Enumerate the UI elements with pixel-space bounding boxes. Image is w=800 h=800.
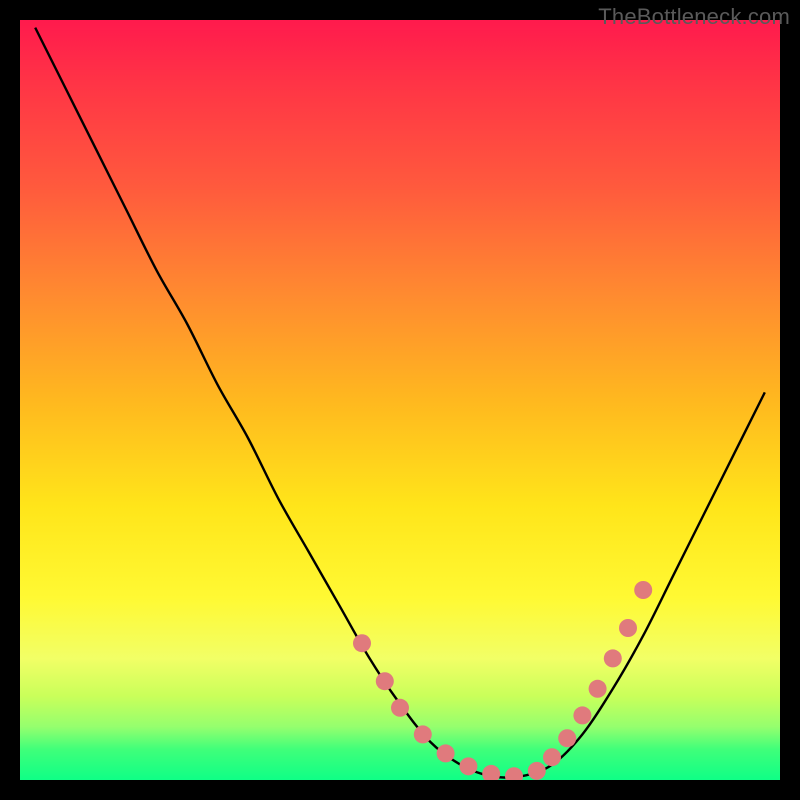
- plot-area: [20, 20, 780, 780]
- curve-marker: [482, 765, 500, 780]
- curve-marker: [619, 619, 637, 637]
- curve-marker: [376, 672, 394, 690]
- curve-marker: [414, 725, 432, 743]
- marker-group: [353, 581, 652, 780]
- curve-marker: [528, 762, 546, 780]
- curve-marker: [573, 706, 591, 724]
- curve-marker: [505, 767, 523, 780]
- curve-marker: [391, 699, 409, 717]
- curve-layer: [20, 20, 780, 780]
- curve-marker: [589, 680, 607, 698]
- curve-marker: [437, 744, 455, 762]
- curve-marker: [634, 581, 652, 599]
- watermark-text: TheBottleneck.com: [598, 4, 790, 30]
- curve-marker: [604, 649, 622, 667]
- bottleneck-curve: [35, 28, 765, 778]
- curve-marker: [459, 757, 477, 775]
- curve-marker: [353, 634, 371, 652]
- curve-marker: [543, 748, 561, 766]
- curve-marker: [558, 729, 576, 747]
- chart-frame: TheBottleneck.com: [0, 0, 800, 800]
